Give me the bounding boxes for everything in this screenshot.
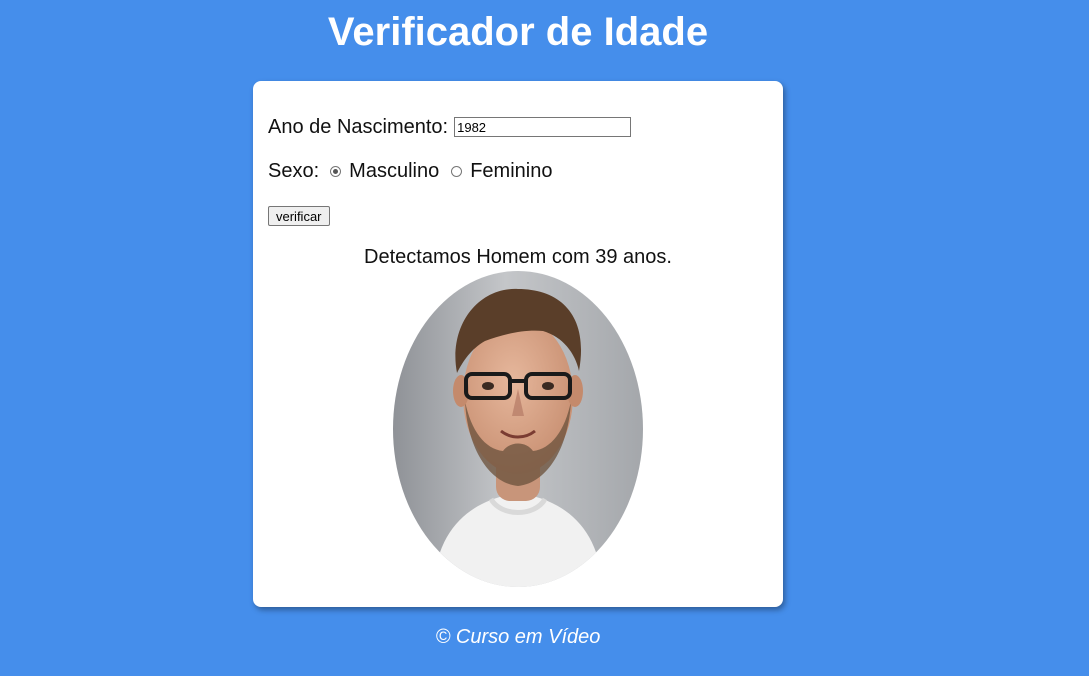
result-text: Detectamos Homem com 39 anos. bbox=[364, 246, 672, 268]
footer-copyright: © Curso em Vídeo bbox=[435, 626, 601, 648]
sex-label: Sexo: bbox=[268, 159, 320, 182]
radio-male[interactable] bbox=[330, 165, 342, 177]
form-card: Ano de Nascimento: Sexo: Masculino Femin… bbox=[253, 81, 783, 607]
radio-female[interactable] bbox=[451, 165, 463, 177]
page-title: Verificador de Idade bbox=[327, 10, 709, 54]
birth-year-label: Ano de Nascimento: bbox=[268, 115, 449, 138]
sex-row: Sexo: Masculino Feminino bbox=[268, 159, 552, 183]
result-photo bbox=[393, 271, 643, 587]
radio-male-label[interactable]: Masculino bbox=[349, 160, 439, 183]
birth-year-row: Ano de Nascimento: bbox=[268, 115, 632, 139]
verify-button[interactable]: verificar bbox=[268, 206, 330, 226]
radio-female-label[interactable]: Feminino bbox=[470, 160, 552, 183]
birth-year-input[interactable] bbox=[454, 117, 632, 137]
